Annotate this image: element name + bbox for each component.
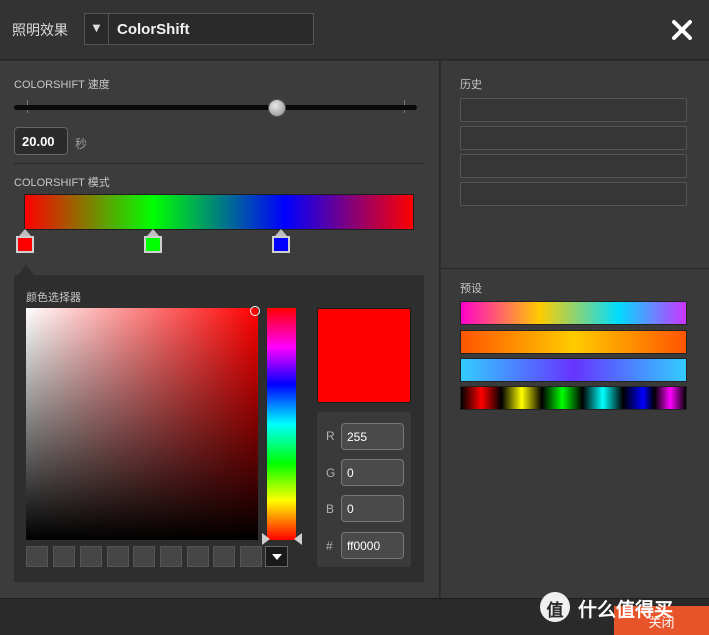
speed-label: COLORSHIFT 速度 bbox=[14, 79, 110, 91]
speed-slider-thumb[interactable] bbox=[268, 99, 286, 117]
pattern-gradient-bar[interactable] bbox=[24, 194, 414, 230]
saturation-value-handle[interactable] bbox=[250, 306, 260, 316]
red-input[interactable]: 255 bbox=[341, 423, 404, 450]
color-picker-label: 颜色选择器 bbox=[26, 292, 81, 304]
close-icon[interactable] bbox=[666, 14, 698, 46]
gradient-stop-marker-blue[interactable] bbox=[271, 229, 291, 254]
saturation-value-square[interactable] bbox=[26, 308, 258, 540]
chevron-down-icon bbox=[272, 554, 282, 560]
recent-color-swatch[interactable] bbox=[133, 546, 155, 567]
dropdown-arrow-icon[interactable]: ▼ bbox=[85, 14, 109, 44]
recent-colors-dropdown[interactable] bbox=[265, 546, 288, 567]
gradient-stop-marker-green[interactable] bbox=[143, 229, 163, 254]
picker-pointer bbox=[18, 265, 34, 275]
recent-color-swatch[interactable] bbox=[213, 546, 235, 567]
gradient-stop-marker-red[interactable] bbox=[15, 229, 35, 254]
speed-unit: 秒 bbox=[75, 137, 88, 151]
pattern-label: COLORSHIFT 模式 bbox=[14, 177, 110, 189]
watermark-logo-icon: 值 bbox=[540, 592, 570, 622]
lighting-effect-label: 照明效果 bbox=[12, 23, 68, 39]
preset-cyan-violet[interactable] bbox=[460, 358, 687, 382]
watermark: 值 什么值得买 bbox=[540, 590, 705, 628]
blue-input[interactable]: 0 bbox=[341, 495, 404, 522]
side-panel-divider bbox=[441, 268, 709, 269]
history-slot[interactable] bbox=[460, 182, 687, 206]
hex-label: # bbox=[326, 539, 333, 553]
hue-slider[interactable] bbox=[267, 308, 296, 540]
divider bbox=[14, 163, 424, 164]
recent-color-swatch[interactable] bbox=[80, 546, 102, 567]
recent-color-swatch[interactable] bbox=[240, 546, 262, 567]
hue-slider-handle[interactable] bbox=[262, 533, 302, 545]
speed-slider-track[interactable] bbox=[14, 105, 417, 110]
history-slot[interactable] bbox=[460, 126, 687, 150]
header-bar: 照明效果 ▼ ColorShift bbox=[0, 0, 709, 60]
recent-color-swatch[interactable] bbox=[26, 546, 48, 567]
preset-rainbow-pastel[interactable] bbox=[460, 301, 687, 325]
presets-label: 预设 bbox=[460, 283, 482, 295]
r-label: R bbox=[326, 429, 335, 443]
history-label: 历史 bbox=[460, 79, 482, 91]
recent-color-swatch[interactable] bbox=[187, 546, 209, 567]
history-slot[interactable] bbox=[460, 98, 687, 122]
speed-input[interactable]: 20.00 bbox=[14, 127, 68, 155]
hex-input[interactable]: ff0000 bbox=[341, 532, 404, 559]
watermark-text: 什么值得买 bbox=[578, 599, 674, 621]
preset-orange-gold[interactable] bbox=[460, 330, 687, 354]
recent-color-swatch[interactable] bbox=[107, 546, 129, 567]
preset-spectrum-blocks[interactable] bbox=[460, 386, 687, 410]
green-input[interactable]: 0 bbox=[341, 459, 404, 486]
color-preview bbox=[317, 308, 411, 403]
watermark-logo-glyph: 值 bbox=[546, 601, 564, 621]
effect-dropdown-value: ColorShift bbox=[117, 21, 190, 38]
history-slot[interactable] bbox=[460, 154, 687, 178]
effect-dropdown[interactable]: ▼ ColorShift bbox=[84, 13, 314, 45]
g-label: G bbox=[326, 466, 336, 480]
b-label: B bbox=[326, 502, 335, 516]
recent-color-swatch[interactable] bbox=[160, 546, 182, 567]
recent-color-swatch[interactable] bbox=[53, 546, 75, 567]
